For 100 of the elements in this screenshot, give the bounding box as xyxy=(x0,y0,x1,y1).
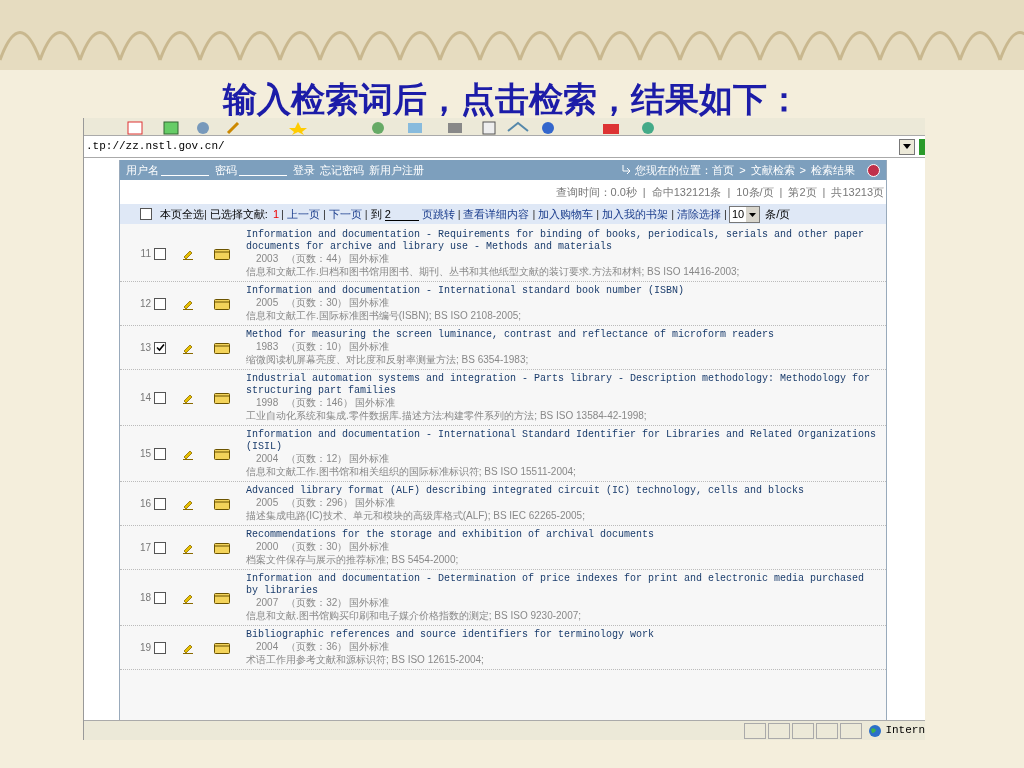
breadcrumb-separator: > xyxy=(739,162,746,178)
result-description: 缩微阅读机屏幕亮度、对比度和反射率测量方法; BS 6354-1983; xyxy=(246,353,530,366)
toolbar-link[interactable]: 下一页 xyxy=(328,205,362,223)
separator-text: | xyxy=(281,206,284,222)
checkbox[interactable] xyxy=(154,447,166,460)
toolbar-link[interactable]: 加入购物车 xyxy=(538,205,594,223)
result-category: 国外标准 xyxy=(349,597,390,609)
checkbox[interactable] xyxy=(140,208,152,220)
query-info-text: 查询时间：0.0秒 xyxy=(555,184,637,200)
result-year: 2003 xyxy=(256,253,279,265)
separator-text: | xyxy=(532,206,536,222)
result-year: 2004 xyxy=(256,453,279,465)
folder-icon[interactable] xyxy=(214,297,230,310)
result-title-link[interactable]: Information and documentation - International standard book number (ISBN) xyxy=(246,285,882,297)
result-pages: （页数：44） xyxy=(286,253,348,265)
toolbar-link[interactable]: 页跳转 xyxy=(421,205,455,223)
result-category: 国外标准 xyxy=(349,541,390,553)
result-category: 国外标准 xyxy=(349,297,390,309)
result-title-link[interactable]: Information and documentation - International Standard Identifier for Libraries and Related Organizations (ISIL) xyxy=(246,429,882,453)
result-year: 2000 xyxy=(256,541,279,553)
row-number: 12 xyxy=(138,297,152,311)
folder-icon[interactable] xyxy=(214,641,230,654)
result-pages: （页数：30） xyxy=(286,297,348,309)
checkbox[interactable] xyxy=(154,641,166,654)
result-title-link[interactable]: Recommendations for the storage and exhibition of archival documents xyxy=(246,529,882,541)
folder-icon[interactable] xyxy=(214,541,230,554)
row-number: 13 xyxy=(138,341,152,355)
checkbox[interactable] xyxy=(154,541,166,554)
separator-text: | xyxy=(596,206,600,222)
row-number: 17 xyxy=(138,541,152,555)
toolbar-link[interactable]: 加入我的书架 xyxy=(602,205,669,223)
checkbox[interactable] xyxy=(154,591,166,604)
help-icon[interactable] xyxy=(867,163,880,177)
result-pages: （页数：36） xyxy=(286,641,348,653)
checkbox[interactable] xyxy=(154,341,166,354)
separator-text: | xyxy=(779,184,783,200)
folder-icon[interactable] xyxy=(214,341,230,354)
toolbar-link[interactable]: 上一页 xyxy=(286,205,320,223)
page-input-field[interactable]: 2 xyxy=(384,207,419,221)
row-number: 14 xyxy=(138,391,152,405)
go-button[interactable] xyxy=(919,138,925,155)
address-dropdown-button[interactable] xyxy=(899,138,915,155)
result-pages: （页数：32） xyxy=(286,597,348,609)
query-info-text: 10条/页 xyxy=(736,184,774,200)
breadcrumb-separator: > xyxy=(799,162,806,178)
toolbar-link[interactable]: 查看详细内容 xyxy=(463,205,530,223)
result-year: 1983 xyxy=(256,341,279,353)
bar-label: 已选择文献: xyxy=(209,206,268,222)
checkbox[interactable] xyxy=(154,497,166,510)
row-number: 18 xyxy=(138,591,152,605)
folder-icon[interactable] xyxy=(214,391,230,404)
bar-label: 到 xyxy=(370,206,382,222)
result-year: 2007 xyxy=(256,597,279,609)
separator-text: | xyxy=(457,206,461,222)
toolbar-link[interactable]: 清除选择 xyxy=(677,205,722,223)
result-pages: （页数：296） xyxy=(286,497,353,509)
address-field[interactable]: .tp://zz.nstl.gov.cn/ xyxy=(86,138,899,155)
result-category: 国外标准 xyxy=(349,253,390,265)
separator-text: | xyxy=(727,184,731,200)
folder-icon[interactable] xyxy=(214,247,230,260)
folder-icon[interactable] xyxy=(214,591,230,604)
selected-count: 1 xyxy=(272,206,280,222)
query-info-text: 第2页 xyxy=(788,184,817,200)
row-number: 15 xyxy=(138,447,152,461)
result-title-link[interactable]: Industrial automation systems and integration - Parts library - Description methodology: Methodology for structuring part families xyxy=(246,373,882,397)
globe-icon xyxy=(868,723,883,738)
result-pages: （页数：10） xyxy=(286,341,348,353)
result-category: 国外标准 xyxy=(349,641,390,653)
separator-text: | xyxy=(724,206,727,222)
result-pages: （页数：12） xyxy=(286,453,348,465)
separator-text: | xyxy=(822,184,826,200)
result-title-link[interactable]: Information and documentation - Requirements for binding of books, periodicals, serials and other paper documents for archive and library use - Methods and materials xyxy=(246,229,882,253)
result-title-link[interactable]: Method for measuring the screen luminance, contrast and reflectance of microform readers xyxy=(246,329,882,341)
query-info-text: 共13213页 xyxy=(831,184,884,200)
result-description: 信息和文献工作.图书馆和相关组织的国际标准标识符; BS ISO 15511-2004; xyxy=(246,465,577,478)
separator-text: | xyxy=(671,206,675,222)
query-info-text: 命中132121条 xyxy=(651,184,722,200)
result-category: 国外标准 xyxy=(354,497,395,509)
result-year: 1998 xyxy=(256,397,279,409)
checkbox[interactable] xyxy=(154,297,166,310)
result-year: 2004 xyxy=(256,641,279,653)
result-title-link[interactable]: Advanced library format (ALF) describing integrated circuit (IC) technology, cells and blocks xyxy=(246,485,882,497)
folder-icon[interactable] xyxy=(214,497,230,510)
result-title-link[interactable]: Bibliographic references and source identifiers for terminology work xyxy=(246,629,882,641)
checkbox[interactable] xyxy=(154,391,166,404)
row-number: 19 xyxy=(138,641,152,655)
select-all-label: 本页全选 xyxy=(160,206,204,222)
result-description: 信息和文献工作.归档和图书馆用图书、期刊、丛书和其他纸型文献的装订要求.方法和材料; BS ISO 14416-2003; xyxy=(246,265,741,278)
page-size-select[interactable]: 10 xyxy=(728,205,761,223)
folder-icon[interactable] xyxy=(214,447,230,460)
result-description: 工业自动化系统和集成.零件数据库.描述方法:构建零件系列的方法; BS ISO 13584-42-1998; xyxy=(246,409,648,422)
result-description: 描述集成电路(IC)技术、单元和模块的高级库格式(ALF); BS IEC 62265-2005; xyxy=(246,509,586,522)
separator-text: | xyxy=(204,206,207,222)
row-number: 11 xyxy=(139,247,152,261)
field-label: 密码 xyxy=(215,162,237,178)
result-description: 档案文件保存与展示的推荐标准; BS 5454-2000; xyxy=(246,553,460,566)
slide-title: 输入检索词后，点击检索，结果如下： xyxy=(223,80,801,120)
result-year: 2005 xyxy=(256,297,279,309)
result-title-link[interactable]: Information and documentation - Determination of price indexes for print and electronic media purchased by libraries xyxy=(246,573,882,597)
checkbox[interactable] xyxy=(154,247,166,260)
